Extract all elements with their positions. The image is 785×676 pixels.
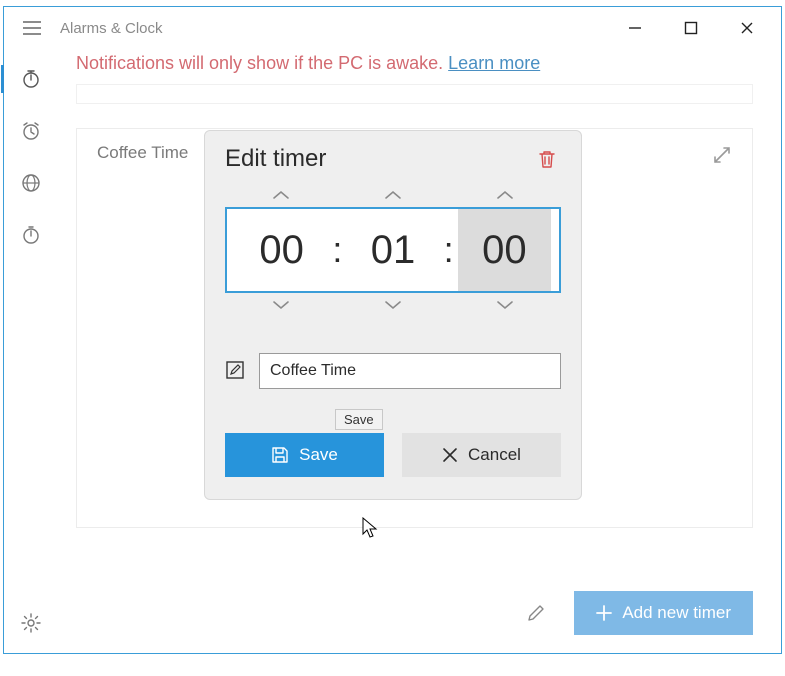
hamburger-menu-icon[interactable] <box>12 8 52 48</box>
sidebar-item-alarm[interactable] <box>11 115 51 147</box>
minimize-button[interactable] <box>621 14 649 42</box>
close-button[interactable] <box>733 14 761 42</box>
time-picker[interactable]: 00 : 01 : 00 <box>225 207 561 293</box>
add-new-timer-button[interactable]: Add new timer <box>574 591 753 635</box>
notification-text: Notifications will only show if the PC i… <box>76 53 448 73</box>
spacer-strip <box>76 84 753 104</box>
minutes-down-button[interactable] <box>373 295 413 315</box>
notification-banner: Notifications will only show if the PC i… <box>76 53 753 84</box>
edit-timer-dialog: Edit timer 00 : 01 : 00 <box>204 130 582 500</box>
maximize-button[interactable] <box>677 14 705 42</box>
notification-link[interactable]: Learn more <box>448 53 540 73</box>
chevron-up-row <box>225 183 561 207</box>
minutes-up-button[interactable] <box>373 185 413 205</box>
cancel-label: Cancel <box>468 445 521 465</box>
title-bar: Alarms & Clock <box>4 7 781 49</box>
save-tooltip: Save <box>335 409 383 430</box>
nav-sidebar <box>4 49 58 653</box>
save-button[interactable]: Save <box>225 433 384 477</box>
sidebar-item-timer[interactable] <box>11 63 51 95</box>
hours-down-button[interactable] <box>261 295 301 315</box>
save-icon <box>271 446 289 464</box>
seconds-segment[interactable]: 00 <box>458 209 551 291</box>
timer-name-row <box>225 353 561 389</box>
hours-segment[interactable]: 00 <box>235 209 328 291</box>
cancel-button[interactable]: Cancel <box>402 433 561 477</box>
app-window: Alarms & Clock <box>3 6 782 654</box>
time-colon: : <box>328 229 346 271</box>
chevron-down-row <box>225 293 561 317</box>
close-icon <box>442 447 458 463</box>
hours-up-button[interactable] <box>261 185 301 205</box>
sidebar-item-world-clock[interactable] <box>11 167 51 199</box>
time-colon: : <box>440 229 458 271</box>
sidebar-item-settings[interactable] <box>11 607 51 639</box>
dialog-header: Edit timer <box>225 145 561 173</box>
bottom-actions: Add new timer <box>514 591 753 635</box>
seconds-up-button[interactable] <box>485 185 525 205</box>
sidebar-item-stopwatch[interactable] <box>11 219 51 251</box>
timer-name-input[interactable] <box>259 353 561 389</box>
app-title: Alarms & Clock <box>60 20 163 37</box>
seconds-down-button[interactable] <box>485 295 525 315</box>
dialog-title: Edit timer <box>225 145 326 173</box>
add-timer-label: Add new timer <box>622 603 731 623</box>
edit-name-icon <box>225 360 247 382</box>
trash-icon <box>538 149 556 169</box>
minutes-segment[interactable]: 01 <box>346 209 439 291</box>
expand-icon[interactable] <box>712 145 732 165</box>
edit-timers-button[interactable] <box>514 591 558 635</box>
window-controls <box>621 14 773 42</box>
save-label: Save <box>299 445 338 465</box>
plus-icon <box>596 605 612 621</box>
delete-timer-button[interactable] <box>533 145 561 173</box>
dialog-buttons: Save Save Cancel <box>225 433 561 477</box>
